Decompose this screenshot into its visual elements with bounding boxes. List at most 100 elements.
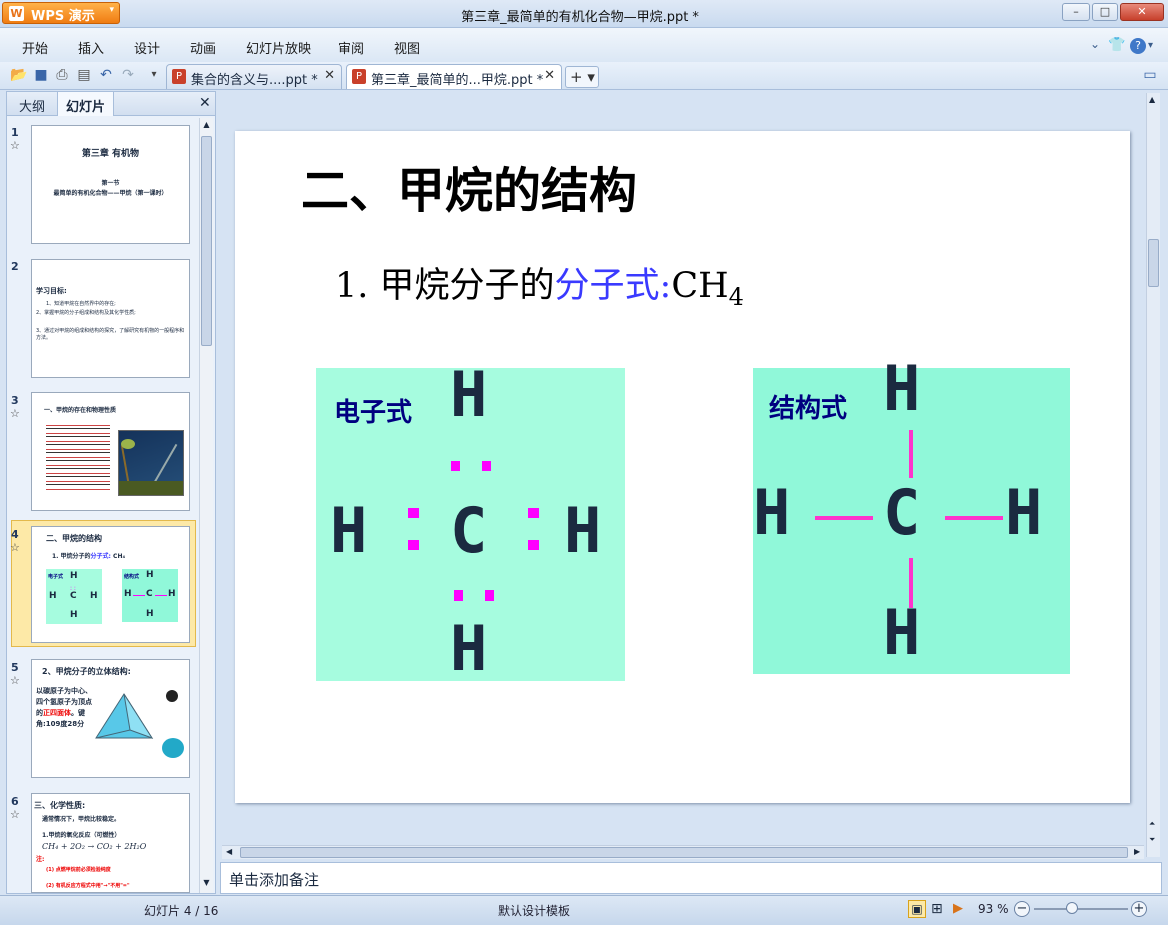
tab-outline[interactable]: 大纲 [11,92,53,116]
open-folder-icon[interactable]: 📂 [10,67,27,83]
print-icon[interactable]: ⎙ [54,67,70,83]
menu-slideshow[interactable]: 幻灯片放映 [246,38,311,57]
doc-tab-2[interactable]: P 第三章_最简单的...甲烷.ppt * ✕ [346,64,562,89]
atom-h-top: H [883,352,921,425]
doc-tab-label: 第三章_最简单的...甲烷.ppt * [371,73,544,88]
thumb-title: 三、化学性质: [34,801,86,810]
panel-toggle-icon[interactable]: ▭ [1142,67,1158,83]
prev-slide-icon[interactable]: ⏶ [1149,819,1155,829]
scroll-down-icon[interactable]: ▼ [201,878,212,890]
slide-number: 3 [11,394,19,407]
animation-star-icon: ☆ [10,541,20,554]
slide-thumbnail-5[interactable]: 2、甲烷分子的立体结构: 以碳原子为中心、四个氢原子为顶点的正四面体。键角:10… [31,659,190,778]
thumb-structural-box: 结构式 H H C H H [122,569,178,622]
thumb-title: 二、甲烷的结构 [46,534,102,543]
maximize-button[interactable]: □ [1092,3,1118,21]
template-name[interactable]: 默认设计模板 [498,902,570,919]
ppt-file-icon: P [352,69,366,84]
thumb-text: 2、掌握甲烷的分子组成和结构及其化学性质; [36,310,136,316]
zoom-level: 93 % [978,902,1009,916]
thumb-text: 通常情况下，甲烷比较稳定。 [42,816,121,823]
thumb-text: 注: [36,856,45,863]
redo-icon[interactable]: ↷ [120,67,136,83]
slide-thumbnail-3[interactable]: 一、甲烷的存在和物理性质 [31,392,190,511]
scroll-up-icon[interactable]: ▲ [201,120,212,132]
scroll-thumb[interactable] [1148,239,1159,287]
doc-tab-1[interactable]: P 集合的含义与....ppt * ✕ [166,64,342,89]
editor-vscrollbar[interactable]: ▲ ⏶ ⏷ [1146,93,1160,857]
slideshow-icon[interactable]: ▶ [953,901,963,916]
thumb-text: 以碳原子为中心、四个氢原子为顶点的正四面体。键角:109度28分 [36,686,98,730]
customize-toolbar-icon[interactable]: ▾ [146,67,162,83]
electron-pair-dots [408,461,539,601]
scroll-thumb[interactable] [201,136,212,346]
close-panel-icon[interactable]: ✕ [199,95,211,111]
thumb-text: 1、知道甲烷在自然界中的存在; [46,301,116,307]
formula: CH [671,266,729,306]
slide-number: 4 [11,528,19,541]
print-preview-icon[interactable]: ▤ [76,67,92,83]
thumb-image [118,430,184,496]
thumb-text-part: CH₄ [113,553,126,560]
normal-view-icon[interactable]: ▣ [908,900,926,918]
scroll-right-icon[interactable]: ▶ [1134,847,1140,856]
menu-review[interactable]: 审阅 [338,38,364,57]
slide-canvas[interactable]: 二、甲烷的结构 1. 甲烷分子的分子式:CH4 电子式 H H C H H 结构… [235,131,1130,803]
minimize-button[interactable]: – [1062,3,1090,21]
help-icon[interactable]: ? [1130,38,1146,54]
slide-title[interactable]: 二、甲烷的结构 [301,151,637,221]
title-bar: W WPS 演示 ▾ 第三章_最简单的有机化合物—甲烷.ppt * – □ ✕ [0,0,1168,28]
close-tab-icon[interactable]: ✕ [544,68,555,83]
atom-h-right: H [1005,476,1043,549]
help-dropdown-icon[interactable]: ▾ [1148,40,1153,51]
slide-counter: 幻灯片 4 / 16 [144,904,219,918]
app-menu-button[interactable]: W WPS 演示 ▾ [2,2,120,24]
status-bar: 幻灯片 4 / 16 默认设计模板 ▣ ⊞ ▶ 93 % − + [0,895,1168,925]
skin-shirt-icon[interactable]: 👕 [1108,37,1125,53]
chevron-down-icon: ▾ [109,5,114,15]
thumb-text: 1.甲烷的氧化反应（可燃性） [42,832,121,839]
wps-logo-icon: W [9,6,24,21]
thumb-text-part: 分子式: [90,553,111,560]
close-window-button[interactable]: ✕ [1120,3,1164,21]
slide-thumbnail-6[interactable]: 三、化学性质: 通常情况下，甲烷比较稳定。 1.甲烷的氧化反应（可燃性） CH₄… [31,793,190,893]
ppt-file-icon: P [172,69,186,84]
chevron-down-icon[interactable]: ⌄ [1090,37,1100,51]
editor-hscrollbar[interactable]: ◀ ▶ [222,845,1144,859]
slide-sorter-icon[interactable]: ⊞ [931,901,943,917]
menu-insert[interactable]: 插入 [78,38,104,57]
atom-c: C [883,476,921,549]
scroll-thumb[interactable] [240,847,1128,858]
next-slide-icon[interactable]: ⏷ [1149,835,1155,845]
thumb-text-part: 1. 甲烷分子的 [52,553,91,560]
undo-icon[interactable]: ↶ [98,67,114,83]
menu-animation[interactable]: 动画 [190,38,216,57]
scroll-left-icon[interactable]: ◀ [226,847,232,856]
zoom-out-icon[interactable]: − [1014,901,1030,917]
menu-view[interactable]: 视图 [394,38,420,57]
tab-slides[interactable]: 幻灯片 [57,92,115,116]
close-tab-icon[interactable]: ✕ [324,68,335,83]
structural-formula-box[interactable]: 结构式 H H C H H [753,352,1070,674]
save-icon[interactable]: ■ [33,67,49,83]
animation-star-icon: ☆ [10,808,20,821]
zoom-in-icon[interactable]: + [1131,901,1147,917]
zoom-slider-track[interactable] [1034,908,1128,910]
slide-subtitle[interactable]: 1. 甲烷分子的分子式:CH4 [335,257,744,311]
new-tab-button[interactable]: + ▾ [565,66,599,88]
animation-star-icon: ☆ [10,674,20,687]
subtitle-highlight: 分子式: [554,266,672,306]
slides-scrollbar[interactable]: ▲ ▼ [199,118,213,893]
zoom-slider-thumb[interactable] [1066,902,1079,914]
slide-thumbnail-2[interactable]: 学习目标: 1、知道甲烷在自然界中的存在; 2、掌握甲烷的分子组成和结构及其化学… [31,259,190,378]
slide-thumbnail-1[interactable]: 第三章 有机物 第一节 最简单的有机化合物——甲烷（第一课时） [31,125,190,244]
menu-home[interactable]: 开始 [22,38,48,57]
scroll-up-icon[interactable]: ▲ [1149,95,1155,104]
menu-design[interactable]: 设计 [134,38,160,57]
electron-formula-box[interactable]: 电子式 H H C H H [316,358,625,685]
thumb-text-block [46,421,110,491]
notes-pane[interactable]: 单击添加备注 [220,862,1162,894]
formula-subscript: 4 [728,283,744,311]
slide-thumbnail-4[interactable]: 二、甲烷的结构 1. 甲烷分子的分子式: CH₄ 电子式 H H C H H :… [31,526,190,643]
window-title: 第三章_最简单的有机化合物—甲烷.ppt * [461,10,699,25]
